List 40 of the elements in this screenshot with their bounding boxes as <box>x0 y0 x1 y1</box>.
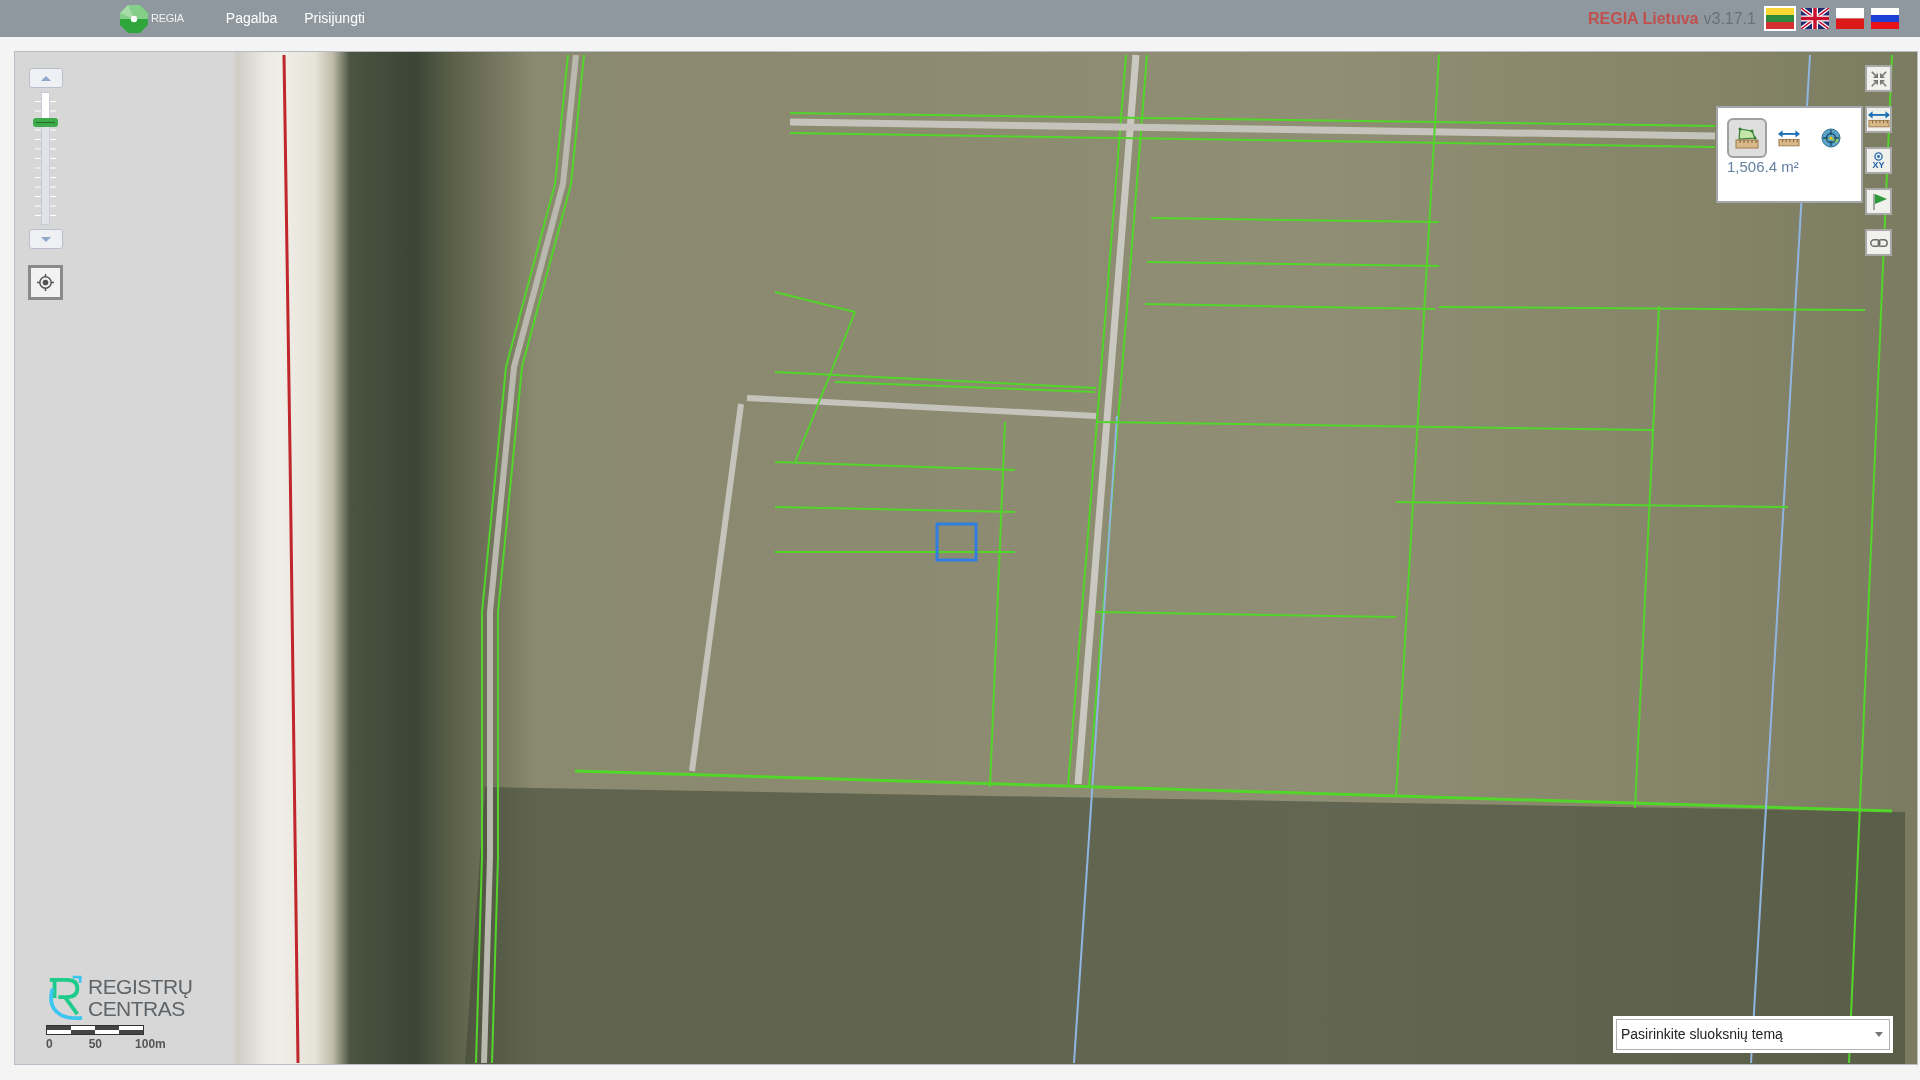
caret-down-icon <box>40 236 51 242</box>
coordinates-button[interactable]: XY <box>1865 147 1892 174</box>
measure-area-button[interactable] <box>1727 118 1767 158</box>
layer-theme-dropdown[interactable]: Pasirinkite sluoksnių temą <box>1616 1019 1890 1050</box>
slider-track[interactable] <box>41 92 50 225</box>
logo-text[interactable]: REGIA <box>151 10 184 27</box>
ruler-arrows-icon <box>1778 128 1800 148</box>
slider-thumb[interactable] <box>33 118 58 128</box>
measure-distance-button[interactable] <box>1865 106 1892 133</box>
logo-text: CENTRAS <box>88 998 185 1020</box>
menu-link[interactable]: Pagalba <box>225 8 278 29</box>
target-icon <box>37 274 54 291</box>
target-icon <box>1874 151 1883 161</box>
share-link-button[interactable] <box>1865 229 1892 256</box>
scale-label: 100m <box>135 1037 166 1051</box>
measure-result-text: 1,506.4 m² <box>1727 158 1800 176</box>
logo-text: REGISTRŲ <box>88 976 193 998</box>
caret-up-icon <box>40 75 51 81</box>
fullscreen-button[interactable] <box>1865 65 1892 92</box>
octagon-logo-icon[interactable] <box>119 3 149 34</box>
zoom-slider[interactable] <box>33 92 58 225</box>
caret-down-icon <box>1875 1032 1883 1037</box>
ruler-arrows-icon <box>1867 110 1890 129</box>
crosshair-globe-icon <box>1821 128 1841 148</box>
locate-button[interactable] <box>28 265 63 300</box>
menu-link[interactable]: Prisijungti <box>304 8 365 29</box>
language-button[interactable] <box>1869 6 1901 31</box>
scale-label: 0 <box>46 1037 53 1051</box>
fullscreen-icon <box>1869 69 1888 88</box>
russia-flag-icon <box>1871 8 1899 29</box>
link-icon <box>1869 237 1888 248</box>
rc-logo-icon <box>46 975 84 1021</box>
union-flag-icon <box>1801 8 1829 29</box>
ruler-polygon-icon <box>1735 127 1759 149</box>
app-title: REGIA Lietuva <box>1587 8 1699 29</box>
scale-label: 50 <box>88 1037 103 1051</box>
language-button[interactable] <box>1799 6 1831 31</box>
lithuania-flag-icon <box>1766 8 1794 29</box>
poland-flag-icon <box>1836 8 1864 29</box>
place-flag-button[interactable] <box>1865 188 1892 215</box>
